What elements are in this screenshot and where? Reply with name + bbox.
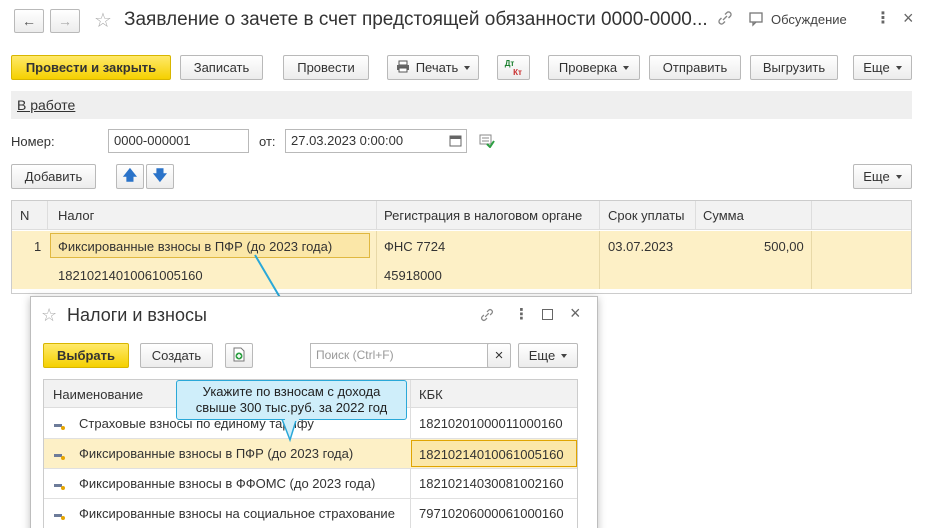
amount-cell[interactable]: 500,00 bbox=[764, 239, 804, 254]
col-registration-header[interactable]: Регистрация в налоговом органе bbox=[384, 208, 582, 223]
clear-search-button[interactable]: × bbox=[487, 343, 511, 368]
dialog-star-icon[interactable]: ☆ bbox=[41, 305, 57, 326]
move-up-button[interactable]: 🡅 bbox=[116, 164, 144, 189]
catalog-item-icon bbox=[54, 419, 65, 430]
create-group-button[interactable] bbox=[225, 343, 253, 368]
discussion-link[interactable]: Обсуждение bbox=[771, 12, 847, 27]
add-button[interactable]: Добавить bbox=[11, 164, 96, 189]
kbk-cell[interactable]: 18210214010061005160 bbox=[58, 268, 203, 283]
calendar-icon[interactable] bbox=[449, 134, 462, 150]
date-label: от: bbox=[259, 134, 276, 149]
search-input[interactable]: Поиск (Ctrl+F) bbox=[310, 343, 510, 368]
dt-kt-button[interactable]: Дт Кт bbox=[497, 55, 530, 80]
close-icon[interactable]: × bbox=[903, 8, 914, 29]
maximize-icon[interactable] bbox=[542, 309, 553, 320]
oktmo-cell[interactable]: 45918000 bbox=[384, 268, 442, 283]
check-button[interactable]: Проверка bbox=[548, 55, 640, 80]
tax-cell[interactable]: Фиксированные взносы в ПФР (до 2023 года… bbox=[50, 233, 370, 258]
post-and-close-button[interactable]: Провести и закрыть bbox=[11, 55, 171, 80]
tooltip-line-1: Укажите по взносам с дохода bbox=[202, 384, 381, 399]
row-number: 1 bbox=[34, 239, 42, 254]
window-title: Заявление о зачете в счет предстоящей об… bbox=[124, 9, 708, 30]
list-item[interactable]: Фиксированные взносы в ФФОМС (до 2023 го… bbox=[44, 469, 577, 498]
hint-tooltip: Укажите по взносам с дохода свыше 300 ты… bbox=[176, 380, 407, 420]
dialog-menu-icon[interactable]: ⋮ bbox=[514, 305, 529, 323]
dialog-link-icon[interactable] bbox=[479, 307, 495, 326]
list-item-selected[interactable]: Фиксированные взносы в ПФР (до 2023 года… bbox=[44, 439, 577, 468]
send-button[interactable]: Отправить bbox=[649, 55, 741, 80]
print-button[interactable]: Печать bbox=[387, 55, 479, 80]
list-item[interactable]: Фиксированные взносы на социальное страх… bbox=[44, 499, 577, 528]
printer-icon bbox=[396, 60, 410, 76]
number-input[interactable]: 0000-000001 bbox=[108, 129, 249, 153]
select-button[interactable]: Выбрать bbox=[43, 343, 129, 368]
menu-dots-icon[interactable]: ⋮ bbox=[875, 8, 891, 28]
save-button[interactable]: Записать bbox=[180, 55, 263, 80]
due-date-cell[interactable]: 03.07.2023 bbox=[608, 239, 673, 254]
dialog-more-button[interactable]: Еще bbox=[518, 343, 578, 368]
arrow-down-icon: 🡇 bbox=[152, 166, 168, 183]
kt-label: Кт bbox=[513, 67, 522, 77]
register-icon[interactable] bbox=[479, 134, 495, 151]
forward-button[interactable]: → bbox=[50, 9, 80, 33]
dt-label: Дт bbox=[504, 58, 515, 68]
catalog-item-icon bbox=[54, 449, 65, 460]
number-label: Номер: bbox=[11, 134, 55, 149]
back-button[interactable]: ← bbox=[14, 9, 44, 33]
table-row[interactable]: 1 Фиксированные взносы в ПФР (до 2023 го… bbox=[12, 231, 911, 289]
col-name-header[interactable]: Наименование bbox=[53, 387, 143, 402]
status-link[interactable]: В работе bbox=[17, 97, 75, 113]
catalog-item-icon bbox=[54, 479, 65, 490]
upload-button[interactable]: Выгрузить bbox=[750, 55, 838, 80]
col-n-header[interactable]: N bbox=[20, 208, 29, 223]
col-due-date-header[interactable]: Срок уплаты bbox=[608, 208, 685, 223]
more-button[interactable]: Еще bbox=[853, 55, 912, 80]
table-more-button[interactable]: Еще bbox=[853, 164, 912, 189]
new-document-icon bbox=[232, 347, 246, 365]
col-kbk-header[interactable]: КБК bbox=[419, 387, 443, 402]
arrow-left-icon: ← bbox=[22, 13, 36, 29]
move-down-button[interactable]: 🡇 bbox=[146, 164, 174, 189]
dialog-close-icon[interactable]: × bbox=[570, 303, 581, 324]
status-bar: В работе bbox=[11, 91, 912, 119]
arrow-right-icon: → bbox=[58, 13, 72, 29]
link-icon[interactable] bbox=[716, 9, 734, 27]
taxes-table: N Налог Регистрация в налоговом органе С… bbox=[11, 200, 912, 294]
registration-cell[interactable]: ФНС 7724 bbox=[384, 239, 445, 254]
arrow-up-icon: 🡅 bbox=[122, 166, 138, 183]
post-button[interactable]: Провести bbox=[283, 55, 369, 80]
title-bar: ← → ☆ Заявление о зачете в счет предстоя… bbox=[0, 0, 927, 44]
discussion-icon[interactable] bbox=[748, 11, 764, 30]
col-tax-header[interactable]: Налог bbox=[58, 208, 94, 223]
date-input[interactable]: 27.03.2023 0:00:00 bbox=[285, 129, 467, 153]
star-icon[interactable]: ☆ bbox=[94, 8, 112, 33]
tooltip-line-2: свыше 300 тыс.руб. за 2022 год bbox=[195, 400, 388, 415]
create-button[interactable]: Создать bbox=[140, 343, 213, 368]
selected-kbk-cell[interactable]: 18210214010061005160 bbox=[411, 440, 577, 467]
dialog-title: Налоги и взносы bbox=[67, 305, 207, 325]
col-amount-header[interactable]: Сумма bbox=[703, 208, 744, 223]
catalog-item-icon bbox=[54, 509, 65, 520]
